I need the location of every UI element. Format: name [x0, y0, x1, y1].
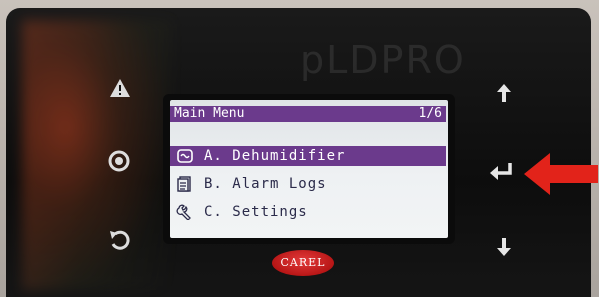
- up-button[interactable]: [486, 75, 522, 111]
- menu-item-label: C. Settings: [204, 204, 308, 220]
- circle-icon: [108, 150, 130, 172]
- undo-arrow-icon: [110, 230, 130, 250]
- arrow-down-icon: [497, 238, 511, 256]
- enter-button[interactable]: [484, 154, 520, 190]
- page-indicator: 1/6: [418, 106, 442, 121]
- escape-button[interactable]: [101, 222, 137, 258]
- menu-item-label: A. Dehumidifier: [204, 148, 346, 164]
- menu-title: Main Menu: [174, 106, 245, 121]
- alarm-button[interactable]: [102, 70, 138, 106]
- lcd-screen: Main Menu 1/6 A. Dehumidifier B. Alarm L…: [170, 100, 448, 238]
- wrench-icon: [176, 204, 194, 221]
- menu-title-bar: Main Menu 1/6: [170, 106, 446, 122]
- warning-icon: [110, 79, 130, 97]
- alarm-log-icon: [176, 176, 194, 192]
- dehumidifier-icon: [176, 148, 194, 164]
- annotation-arrow-icon: [524, 153, 598, 195]
- menu-item-dehumidifier[interactable]: A. Dehumidifier: [170, 146, 446, 166]
- brand-watermark: pLDPRO: [300, 38, 466, 82]
- down-button[interactable]: [486, 229, 522, 265]
- menu-item-alarm-logs[interactable]: B. Alarm Logs: [170, 174, 446, 194]
- menu-item-label: B. Alarm Logs: [204, 176, 327, 192]
- bezel-reflection: [22, 20, 172, 290]
- carel-logo: CAREL: [272, 250, 334, 276]
- photo-stage: pLDPRO Main Menu 1/6 A. Dehumidifier B. …: [0, 0, 599, 297]
- arrow-up-icon: [497, 84, 511, 102]
- enter-icon: [490, 163, 512, 180]
- program-button[interactable]: [101, 143, 137, 179]
- menu-item-settings[interactable]: C. Settings: [170, 202, 446, 222]
